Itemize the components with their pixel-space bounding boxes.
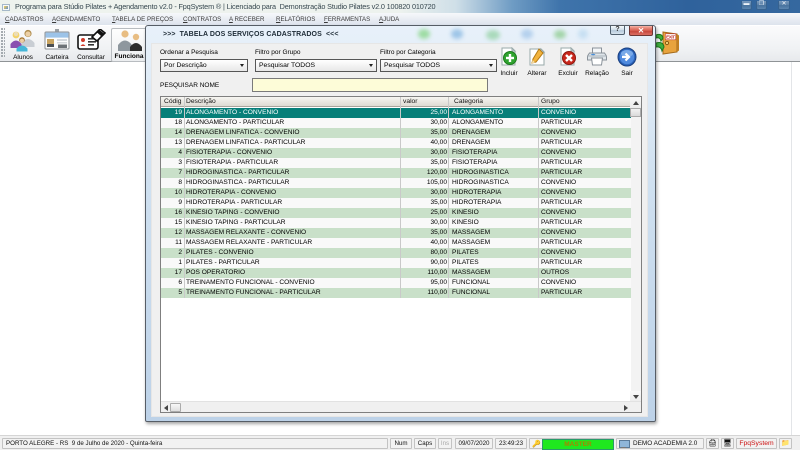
- svg-text:EXIT: EXIT: [666, 35, 675, 40]
